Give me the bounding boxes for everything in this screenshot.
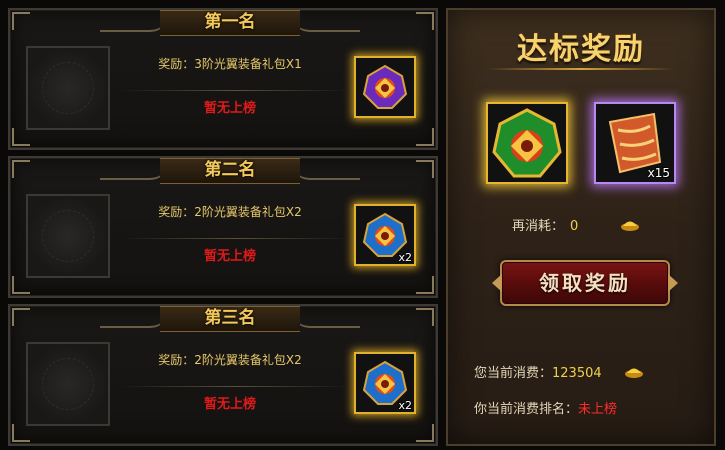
corner-ornament bbox=[416, 424, 434, 442]
arrow-left-decoration bbox=[492, 274, 502, 292]
reward-value: 3阶光翼装备礼包X1 bbox=[194, 57, 302, 71]
current-rank-value: 未上榜 bbox=[578, 402, 618, 417]
reward-item-slot[interactable] bbox=[354, 56, 416, 118]
rank-card-1: 第一名 奖励：3阶光翼装备礼包X1 暂无上榜 bbox=[8, 8, 438, 150]
corner-ornament bbox=[416, 12, 434, 30]
rank-title: 第三名 bbox=[204, 308, 256, 328]
wing-gift-pack-purple-icon bbox=[362, 64, 408, 109]
reward-label: 奖励： bbox=[158, 57, 195, 71]
corner-ornament bbox=[12, 12, 30, 30]
banner-wing-right bbox=[290, 308, 360, 328]
rank-card-3: 第三名 奖励：2阶光翼装备礼包X2 暂无上榜 x2 bbox=[8, 304, 438, 446]
reward-item-slot[interactable]: x2 bbox=[354, 352, 416, 414]
title-underline bbox=[488, 68, 674, 70]
dragon-emblem-icon bbox=[42, 62, 94, 114]
player-avatar-slot bbox=[26, 194, 110, 278]
current-spend-row: 您当前消费：123504 bbox=[474, 362, 602, 381]
rank-status: 暂无上榜 bbox=[203, 397, 256, 412]
banner-wing-right bbox=[290, 12, 360, 32]
wing-gift-pack-green-icon bbox=[492, 108, 562, 178]
arrow-right-decoration bbox=[668, 274, 678, 292]
rank-banner: 第二名 bbox=[100, 154, 360, 186]
player-avatar-slot bbox=[26, 342, 110, 426]
rank-status: 暂无上榜 bbox=[203, 249, 256, 264]
panel-title: 达标奖励 bbox=[517, 32, 645, 67]
reward-value: 2阶光翼装备礼包X2 bbox=[194, 353, 302, 367]
milestone-item-wing-pack[interactable] bbox=[486, 102, 568, 184]
corner-ornament bbox=[416, 128, 434, 146]
gold-ingot-icon bbox=[625, 368, 643, 378]
current-spend-label: 您当前消费： bbox=[474, 366, 553, 381]
current-rank-row: 你当前消费排名：未上榜 bbox=[474, 398, 617, 417]
rank-card-2: 第二名 奖励：2阶光翼装备礼包X2 暂无上榜 x2 bbox=[8, 156, 438, 298]
item-quantity: x15 bbox=[647, 166, 670, 180]
corner-ornament bbox=[416, 308, 434, 326]
dragon-emblem-icon bbox=[42, 358, 94, 410]
milestone-item-scroll[interactable]: x15 bbox=[594, 102, 676, 184]
current-rank-label: 你当前消费排名： bbox=[474, 402, 579, 417]
rank-status: 暂无上榜 bbox=[203, 101, 256, 116]
corner-ornament bbox=[12, 424, 30, 442]
rank-banner: 第一名 bbox=[100, 6, 360, 38]
current-spend-value: 123504 bbox=[552, 366, 602, 381]
reward-label: 奖励： bbox=[158, 353, 195, 367]
rank-banner: 第三名 bbox=[100, 302, 360, 334]
remaining-spend-value: 0 bbox=[570, 219, 579, 234]
claim-reward-label: 领取奖励 bbox=[539, 271, 631, 295]
reward-value: 2阶光翼装备礼包X2 bbox=[194, 205, 302, 219]
corner-ornament bbox=[416, 160, 434, 178]
dragon-emblem-icon bbox=[42, 210, 94, 262]
reward-text: 奖励：2阶光翼装备礼包X2 bbox=[120, 352, 340, 368]
corner-ornament bbox=[12, 308, 30, 326]
remaining-spend-row: 再消耗： 0 bbox=[512, 215, 578, 234]
player-avatar-slot bbox=[26, 46, 110, 130]
reward-label: 奖励： bbox=[158, 205, 195, 219]
divider bbox=[120, 238, 350, 239]
divider bbox=[120, 90, 350, 91]
remaining-spend-label: 再消耗： bbox=[512, 219, 565, 234]
item-quantity: x2 bbox=[398, 251, 412, 264]
corner-ornament bbox=[12, 276, 30, 294]
reward-text: 奖励：3阶光翼装备礼包X1 bbox=[120, 56, 340, 72]
corner-ornament bbox=[12, 160, 30, 178]
milestone-reward-panel: 达标奖励 x15 再消耗： 0 领取奖励 您当前消费：123504 你当前消费排… bbox=[446, 8, 716, 446]
gold-ingot-icon bbox=[621, 221, 639, 231]
rank-title: 第一名 bbox=[204, 12, 256, 32]
corner-ornament bbox=[416, 276, 434, 294]
claim-reward-button[interactable]: 领取奖励 bbox=[492, 260, 678, 306]
rank-title: 第二名 bbox=[204, 160, 256, 180]
reward-text: 奖励：2阶光翼装备礼包X2 bbox=[120, 204, 340, 220]
reward-item-slot[interactable]: x2 bbox=[354, 204, 416, 266]
item-quantity: x2 bbox=[398, 399, 412, 412]
banner-wing-right bbox=[290, 160, 360, 180]
divider bbox=[120, 386, 350, 387]
corner-ornament bbox=[12, 128, 30, 146]
